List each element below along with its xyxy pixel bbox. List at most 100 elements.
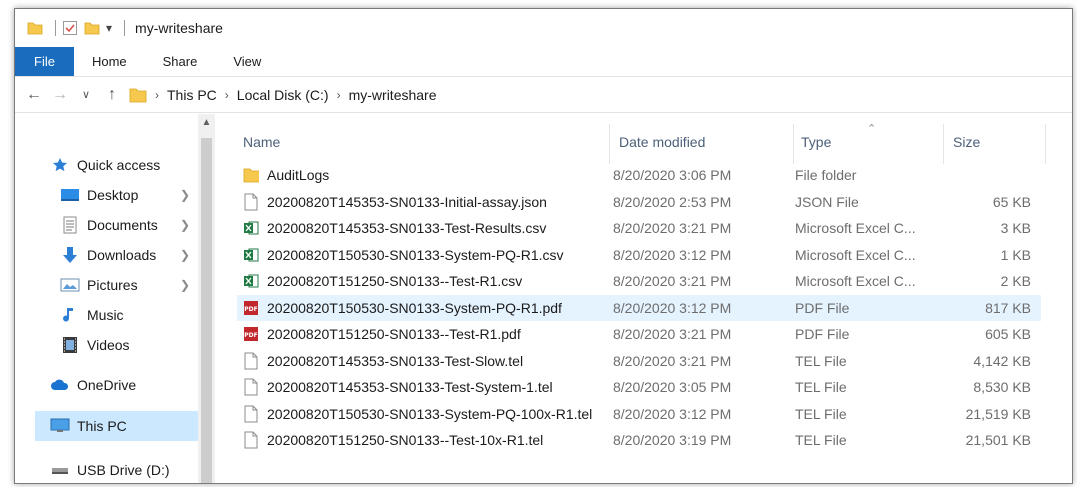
pictures-icon xyxy=(59,276,81,294)
size-cell: 65 KB xyxy=(992,193,1031,210)
breadcrumb-separator-icon[interactable]: › xyxy=(335,88,343,102)
tab-view[interactable]: View xyxy=(215,47,279,76)
type-cell: TEL File xyxy=(795,379,847,395)
table-row[interactable]: AuditLogs 8/20/2020 3:06 PM File folder xyxy=(237,162,1041,188)
sidebar-item-label: Pictures xyxy=(87,277,138,293)
size-cell: 817 KB xyxy=(985,299,1031,316)
breadcrumb-my-writeshare[interactable]: my-writeshare xyxy=(343,87,443,103)
table-row[interactable]: 20200820T151250-SN0133--Test-R1.csv 8/20/… xyxy=(237,268,1041,294)
generic-file-icon xyxy=(243,405,259,423)
file-name: AuditLogs xyxy=(267,167,330,183)
up-arrow-icon[interactable]: ↑ xyxy=(99,86,125,104)
file-name: 20200820T150530-SN0133-System-PQ-R1.pdf xyxy=(267,299,562,316)
type-cell: PDF File xyxy=(795,326,850,342)
excel-file-icon xyxy=(243,272,259,290)
ribbon-tabs: File Home Share View xyxy=(15,47,1072,77)
sidebar-item-label: Desktop xyxy=(87,187,139,203)
file-name: 20200820T151250-SN0133--Test-10x-R1.tel xyxy=(267,432,544,448)
table-row[interactable]: 20200820T150530-SN0133-System-PQ-100x-R1… xyxy=(237,401,1041,427)
file-name-cell[interactable]: PDF 20200820T151250-SN0133--Test-R1.pdf xyxy=(243,325,521,343)
content-area: Quick access Desktop ❯ Documents ❯ Downl… xyxy=(15,114,1072,483)
table-row[interactable]: 20200820T145353-SN0133-Test-Results.csv 8… xyxy=(237,215,1041,241)
table-row[interactable]: 20200820T145353-SN0133-Test-Slow.tel 8/20… xyxy=(237,348,1041,374)
pin-icon[interactable]: ❯ xyxy=(180,278,190,292)
recent-locations-chevron-icon[interactable]: ∨ xyxy=(73,88,99,101)
size-cell: 3 KB xyxy=(1000,220,1031,236)
type-cell: Microsoft Excel C... xyxy=(795,246,916,263)
sidebar-item-downloads[interactable]: Downloads ❯ xyxy=(59,240,198,270)
table-row[interactable]: 20200820T145353-SN0133-Initial-assay.jso… xyxy=(237,189,1041,215)
sidebar-item-music[interactable]: Music xyxy=(59,300,198,330)
file-name-cell[interactable]: PDF 20200820T150530-SN0133-System-PQ-R1.p… xyxy=(243,299,562,317)
date-modified-cell: 8/20/2020 3:12 PM xyxy=(613,246,732,263)
excel-file-icon xyxy=(243,246,259,264)
sidebar-item-label: Quick access xyxy=(77,157,161,173)
breadcrumb-local-disk[interactable]: Local Disk (C:) xyxy=(231,87,335,103)
pin-icon[interactable]: ❯ xyxy=(180,248,190,262)
scroll-up-arrow-icon[interactable]: ▲ xyxy=(198,117,215,128)
table-row[interactable]: PDF 20200820T150530-SN0133-System-PQ-R1.p… xyxy=(237,294,1041,321)
file-name: 20200820T150530-SN0133-System-PQ-R1.csv xyxy=(267,246,564,263)
sidebar-item-usb-drive[interactable]: USB Drive (D:) xyxy=(49,455,198,483)
date-modified-cell: 8/20/2020 3:21 PM xyxy=(613,220,732,236)
column-header-name[interactable]: Name xyxy=(243,124,280,160)
file-name-cell[interactable]: 20200820T145353-SN0133-Initial-assay.jso… xyxy=(243,193,547,211)
breadcrumb-this-pc[interactable]: This PC xyxy=(161,87,223,103)
tab-share[interactable]: Share xyxy=(145,47,216,76)
tab-file[interactable]: File xyxy=(15,47,74,76)
column-divider[interactable] xyxy=(943,124,944,164)
tab-home[interactable]: Home xyxy=(74,47,145,76)
type-cell: PDF File xyxy=(795,299,850,316)
table-row[interactable]: 20200820T151250-SN0133--Test-10x-R1.tel 8… xyxy=(237,427,1041,453)
sidebar-item-desktop[interactable]: Desktop ❯ xyxy=(59,180,198,210)
file-name: 20200820T151250-SN0133--Test-R1.csv xyxy=(267,273,523,289)
sidebar-item-label: Videos xyxy=(87,337,130,353)
back-arrow-icon[interactable]: ← xyxy=(21,86,47,104)
column-header-size[interactable]: Size xyxy=(953,124,980,160)
pin-icon[interactable]: ❯ xyxy=(180,188,190,202)
window-title: my-writeshare xyxy=(135,20,223,36)
table-row[interactable]: 20200820T150530-SN0133-System-PQ-R1.csv 8… xyxy=(237,242,1041,268)
sidebar-item-documents[interactable]: Documents ❯ xyxy=(59,210,198,240)
date-modified-cell: 8/20/2020 3:21 PM xyxy=(613,326,732,342)
divider xyxy=(55,20,56,36)
forward-arrow-icon[interactable]: → xyxy=(47,86,73,104)
file-name-cell[interactable]: 20200820T151250-SN0133--Test-10x-R1.tel xyxy=(243,431,543,449)
generic-file-icon xyxy=(243,378,259,396)
customize-dropdown-icon[interactable]: ▾ xyxy=(106,21,112,35)
navigation-scrollbar[interactable]: ▲ xyxy=(198,114,215,483)
sidebar-item-videos[interactable]: Videos xyxy=(59,330,198,360)
date-modified-cell: 8/20/2020 3:19 PM xyxy=(613,432,732,448)
file-name-cell[interactable]: 20200820T150530-SN0133-System-PQ-R1.csv xyxy=(243,246,564,264)
file-name-cell[interactable]: 20200820T145353-SN0133-Test-System-1.tel xyxy=(243,378,553,396)
size-cell: 605 KB xyxy=(985,326,1031,342)
breadcrumb-separator-icon[interactable]: › xyxy=(223,88,231,102)
column-divider[interactable] xyxy=(793,124,794,164)
file-name-cell[interactable]: AuditLogs xyxy=(243,166,329,184)
explorer-window: ▾ my-writeshare File Home Share View ← →… xyxy=(14,8,1073,484)
file-name: 20200820T150530-SN0133-System-PQ-100x-R1… xyxy=(267,405,593,422)
breadcrumb-separator-icon[interactable]: › xyxy=(153,88,161,102)
column-divider[interactable] xyxy=(609,124,610,164)
column-header-type[interactable]: Type xyxy=(801,124,831,160)
address-row: ← → ∨ ↑ › This PC › Local Disk (C:) › my… xyxy=(15,77,1072,113)
pdf-file-icon: PDF xyxy=(243,325,259,343)
breadcrumb: › This PC › Local Disk (C:) › my-writesh… xyxy=(129,82,443,108)
column-divider[interactable] xyxy=(1045,124,1046,164)
file-name-cell[interactable]: 20200820T150530-SN0133-System-PQ-100x-R1… xyxy=(243,405,592,423)
column-header-date-modified[interactable]: Date modified xyxy=(619,124,705,160)
new-folder-icon[interactable] xyxy=(84,20,100,36)
table-row[interactable]: PDF 20200820T151250-SN0133--Test-R1.pdf 8/… xyxy=(237,321,1041,347)
properties-checkmark-icon[interactable] xyxy=(62,20,78,36)
sidebar-item-pictures[interactable]: Pictures ❯ xyxy=(59,270,198,300)
date-modified-cell: 8/20/2020 3:12 PM xyxy=(613,299,732,316)
scrollbar-thumb[interactable] xyxy=(201,138,212,483)
sidebar-item-this-pc[interactable]: This PC xyxy=(35,411,198,441)
file-name-cell[interactable]: 20200820T145353-SN0133-Test-Results.csv xyxy=(243,219,546,237)
sidebar-item-onedrive[interactable]: OneDrive xyxy=(49,370,198,400)
file-name-cell[interactable]: 20200820T145353-SN0133-Test-Slow.tel xyxy=(243,352,523,370)
table-row[interactable]: 20200820T145353-SN0133-Test-System-1.tel… xyxy=(237,374,1041,400)
file-name-cell[interactable]: 20200820T151250-SN0133--Test-R1.csv xyxy=(243,272,522,290)
pin-icon[interactable]: ❯ xyxy=(180,218,190,232)
navigation-pane: Quick access Desktop ❯ Documents ❯ Downl… xyxy=(15,114,217,483)
